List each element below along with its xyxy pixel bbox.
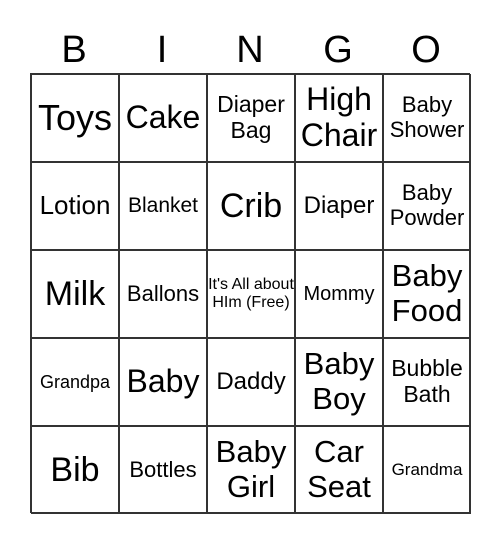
- bingo-cell[interactable]: Bottles: [119, 426, 207, 514]
- bingo-cell[interactable]: High Chair: [295, 74, 383, 162]
- bingo-cell[interactable]: Bib: [31, 426, 119, 514]
- bingo-cell[interactable]: Grandma: [383, 426, 471, 514]
- bingo-cell[interactable]: Baby Food: [383, 250, 471, 338]
- header-letter-g: G: [323, 29, 353, 71]
- bingo-cell[interactable]: Lotion: [31, 162, 119, 250]
- bingo-cell[interactable]: Mommy: [295, 250, 383, 338]
- bingo-cell[interactable]: Car Seat: [295, 426, 383, 514]
- bingo-cell[interactable]: Cake: [119, 74, 207, 162]
- free-space-cell[interactable]: It's All about HIm (Free): [207, 250, 295, 338]
- bingo-cell[interactable]: Crib: [207, 162, 295, 250]
- bingo-cell[interactable]: Baby Girl: [207, 426, 295, 514]
- bingo-cell[interactable]: Baby: [119, 338, 207, 426]
- bingo-cell[interactable]: Grandpa: [31, 338, 119, 426]
- bingo-cell[interactable]: Baby Shower: [383, 74, 471, 162]
- header-letter-n: N: [236, 29, 264, 71]
- bingo-header: B I N G O: [30, 28, 470, 72]
- bingo-cell[interactable]: Toys: [31, 74, 119, 162]
- header-letter-b: B: [61, 29, 87, 71]
- bingo-cell[interactable]: Ballons: [119, 250, 207, 338]
- bingo-cell[interactable]: Blanket: [119, 162, 207, 250]
- bingo-cell[interactable]: Baby Powder: [383, 162, 471, 250]
- bingo-cell[interactable]: Milk: [31, 250, 119, 338]
- bingo-cell[interactable]: Bubble Bath: [383, 338, 471, 426]
- header-letter-o: O: [411, 29, 441, 71]
- bingo-cell[interactable]: Baby Boy: [295, 338, 383, 426]
- bingo-cell[interactable]: Diaper Bag: [207, 74, 295, 162]
- bingo-grid: Toys Cake Diaper Bag High Chair Baby Shower L…: [30, 73, 471, 514]
- bingo-cell[interactable]: Daddy: [207, 338, 295, 426]
- header-letter-i: I: [156, 29, 168, 71]
- bingo-cell[interactable]: Diaper: [295, 162, 383, 250]
